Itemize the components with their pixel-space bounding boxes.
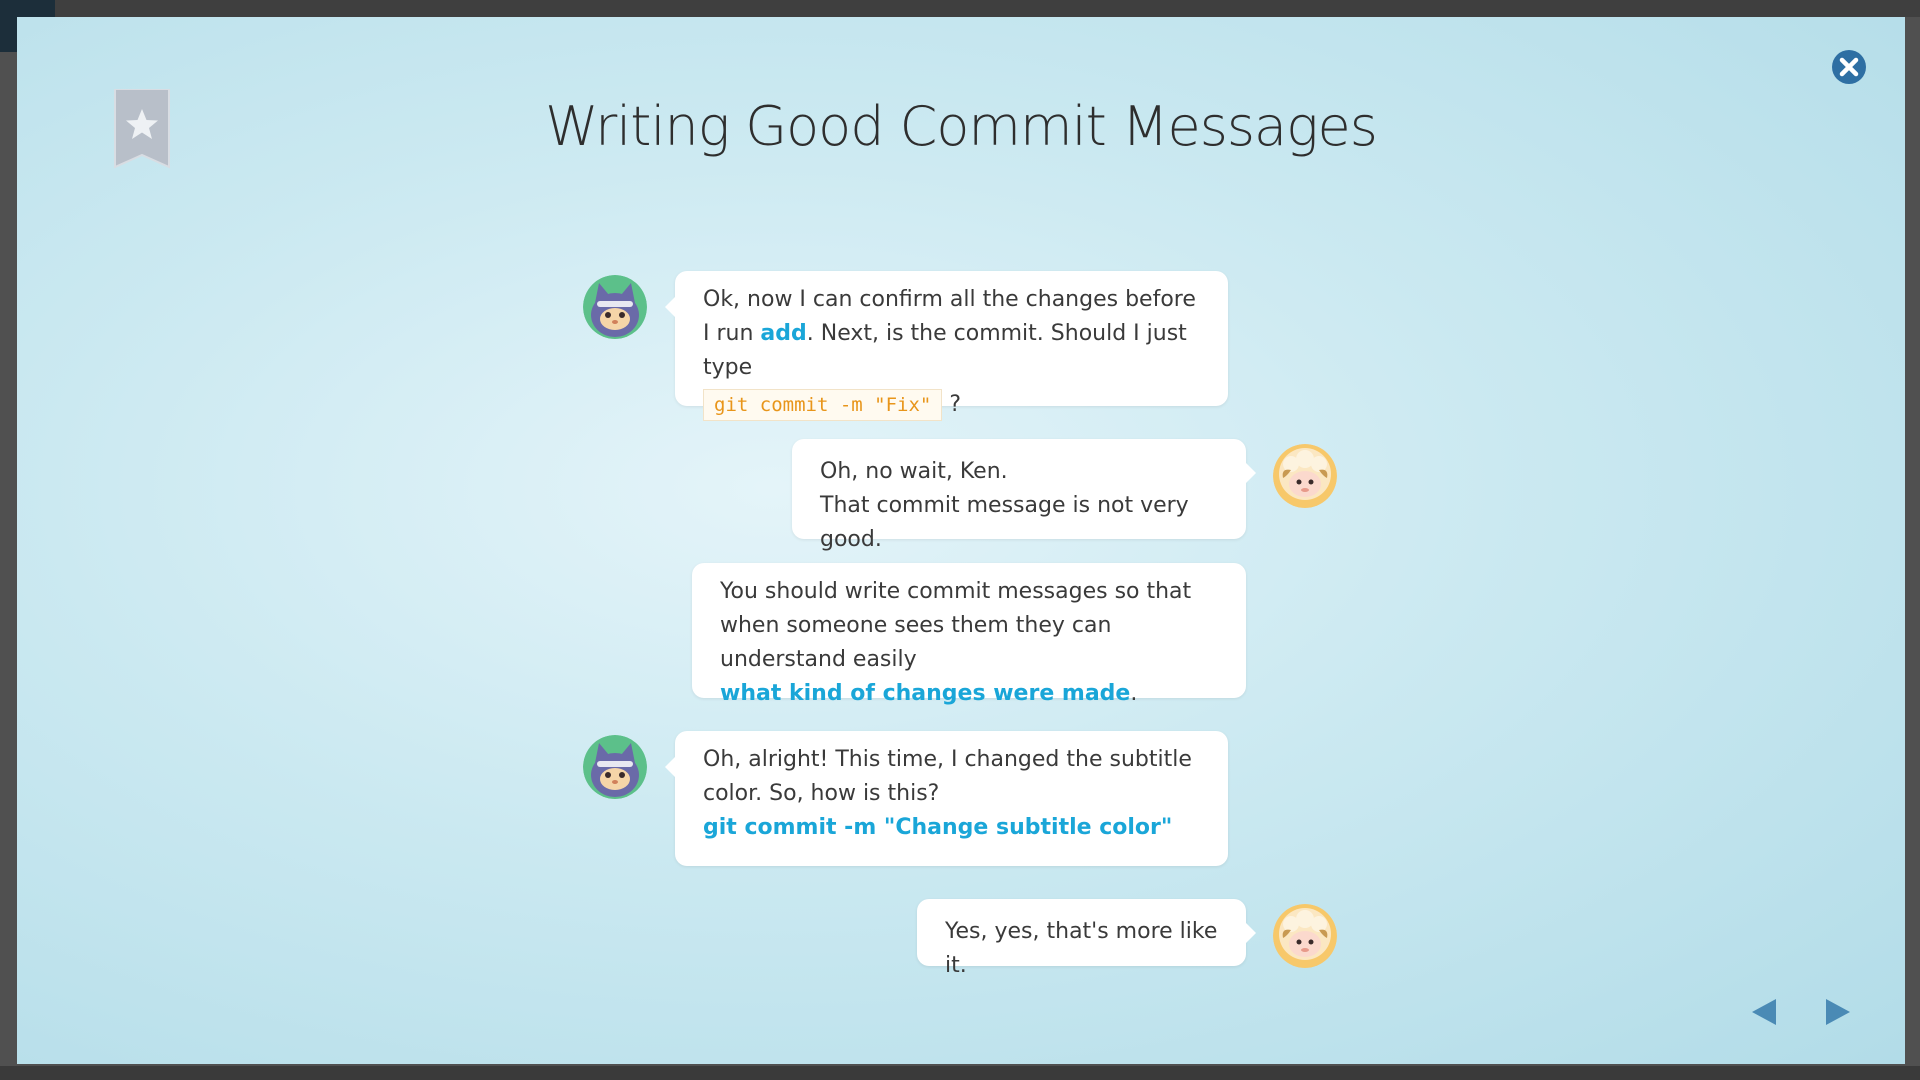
previous-button[interactable] (1750, 997, 1780, 1027)
message-line: Oh, no wait, Ken. (820, 459, 1008, 484)
close-circle-icon (1832, 50, 1866, 84)
message-bubble-2: Oh, no wait, Ken. That commit message is… (792, 439, 1256, 552)
triangle-left-icon (1752, 999, 1776, 1025)
highlight-term: what kind of changes were made (720, 681, 1131, 706)
message-line: Yes, yes, that's more like it. (945, 919, 1218, 978)
lesson-modal: Writing Good Commit Messages Ok, now I c… (17, 17, 1905, 1064)
highlight-term: git commit -m "Change subtitle color" (703, 815, 1173, 840)
cat-avatar-icon (583, 735, 647, 799)
message-bubble-5: Yes, yes, that's more like it. (917, 899, 1256, 978)
background-top-bar (0, 0, 1920, 17)
message-bubble-4: Oh, alright! This time, I changed the su… (665, 731, 1228, 866)
message-text: You should write commit messages so that… (720, 579, 1192, 672)
message-line: That commit message is not very good. (820, 493, 1189, 552)
cat-avatar-icon (583, 275, 647, 339)
page-title: Writing Good Commit Messages (545, 95, 1378, 158)
message-bubble-1: Ok, now I can confirm all the changes be… (665, 271, 1228, 421)
background-bottom-bar (0, 1066, 1920, 1080)
close-button[interactable] (1831, 49, 1867, 85)
message-text: . (1130, 681, 1138, 706)
message-text: Oh, alright! This time, I changed the su… (703, 747, 1192, 806)
message-text: ? (942, 392, 962, 417)
code-snippet: git commit -m "Fix" (703, 389, 943, 421)
highlight-term: add (760, 321, 807, 346)
next-button[interactable] (1822, 997, 1852, 1027)
triangle-right-icon (1826, 999, 1850, 1025)
sheep-avatar-icon (1273, 904, 1337, 968)
message-bubble-3: You should write commit messages so that… (692, 563, 1246, 706)
sheep-avatar-icon (1273, 444, 1337, 508)
